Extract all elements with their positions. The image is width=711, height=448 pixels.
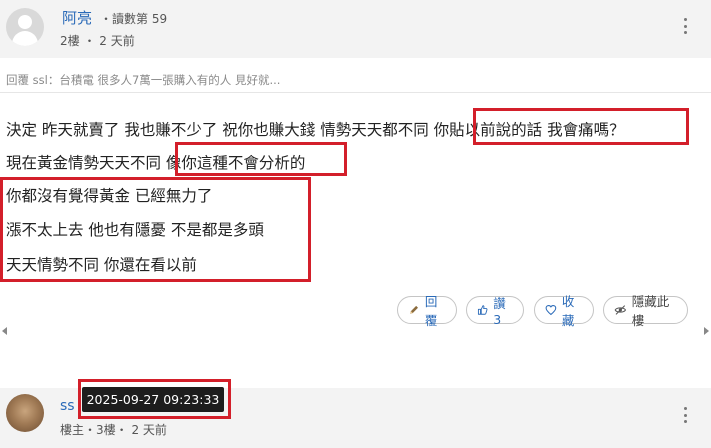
floor-info: 2樓 ・ 2 天前 (60, 34, 135, 48)
more-vertical-icon[interactable] (683, 407, 687, 423)
favorite-button[interactable]: 收藏 (534, 294, 594, 328)
divider (0, 92, 711, 93)
highlight-box (473, 108, 689, 145)
highlight-box (175, 142, 347, 176)
username[interactable]: ss (60, 398, 75, 414)
username[interactable]: 阿亮 (62, 7, 92, 28)
like-count: 讚 3 (493, 296, 506, 327)
favorite-label: 收藏 (561, 294, 575, 328)
reply-button[interactable]: 回覆 (397, 294, 457, 328)
scroll-left-arrow[interactable] (2, 327, 7, 335)
reply-label: 回覆 (424, 294, 438, 328)
eye-slash-icon (614, 305, 627, 315)
heart-icon (545, 305, 557, 316)
avatar[interactable] (6, 394, 44, 432)
timestamp-tooltip: 2025-09-27 09:23:33 (82, 387, 224, 412)
thumbs-up-icon (477, 305, 488, 315)
floor-info: 樓主・3樓・ 2 天前 (60, 423, 167, 437)
hide-post-button[interactable]: 隱藏此樓 (603, 294, 688, 328)
like-button[interactable]: 讚 3 (466, 296, 524, 327)
avatar[interactable] (6, 8, 44, 46)
read-count: ・讀數第 59 (100, 12, 168, 26)
hide-post-label: 隱藏此樓 (631, 294, 670, 328)
pencil-icon (410, 305, 418, 314)
more-vertical-icon[interactable] (683, 18, 687, 34)
highlight-box (0, 177, 311, 282)
post-header (0, 0, 711, 58)
reply-quote[interactable]: 回覆 ssl：台積電 很多人7萬一張購入有的人 見好就... (6, 72, 280, 88)
scroll-right-arrow[interactable] (704, 327, 709, 335)
